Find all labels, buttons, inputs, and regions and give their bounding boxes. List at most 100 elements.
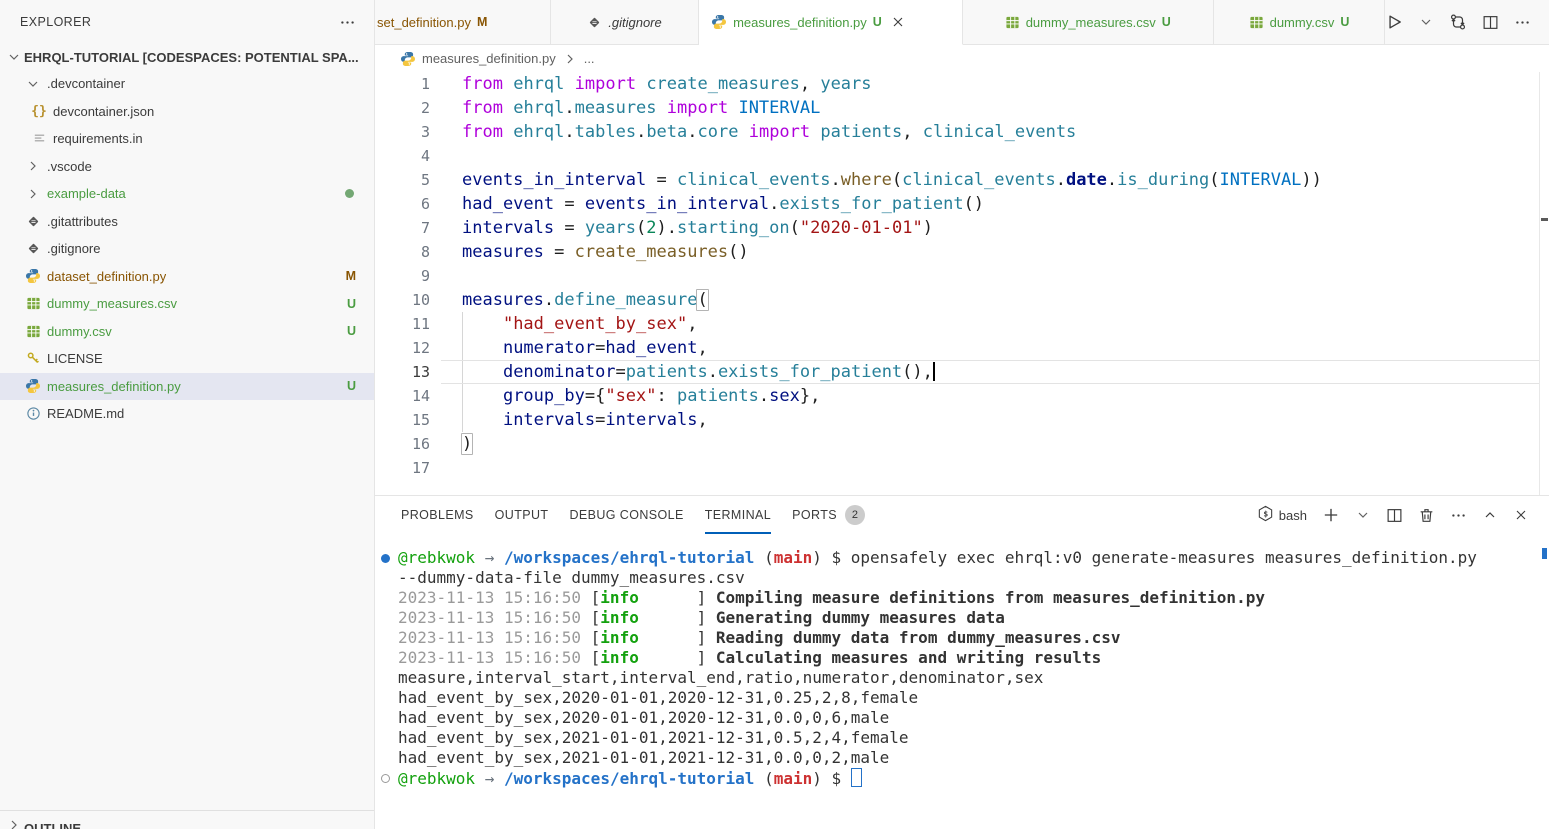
shell-selector[interactable]: $ bash (1257, 505, 1307, 525)
tab--gitignore[interactable]: .gitignore (551, 0, 699, 45)
csv-icon (1249, 15, 1264, 30)
panel-tab-label: PROBLEMS (401, 508, 474, 522)
svg-text:$: $ (1263, 510, 1268, 519)
terminal-line: had_event_by_sex,2020-01-01,2020-12-31,0… (375, 688, 1549, 708)
file-tree: .devcontainer {}devcontainer.jsonrequirem… (0, 70, 374, 428)
file-label: measures_definition.py (47, 379, 181, 394)
panel-action-buttons (1322, 506, 1529, 524)
shell-name: bash (1279, 508, 1307, 523)
tab-measures-definition-py[interactable]: measures_definition.pyU (699, 0, 962, 45)
tab-dummy-measures-csv[interactable]: dummy_measures.csvU (963, 0, 1214, 45)
chevron-down-button[interactable] (1355, 507, 1371, 523)
terminal[interactable]: @rebkwok → /workspaces/ehrql-tutorial (m… (375, 548, 1549, 829)
close-button[interactable] (1513, 507, 1529, 523)
terminal-cursor (851, 768, 862, 787)
command-decoration-pending[interactable] (381, 774, 390, 783)
code-line-6: 6had_event = events_in_interval.exists_f… (375, 192, 1549, 216)
sidebar-item--gitattributes[interactable]: .gitattributes (0, 208, 374, 236)
code-text (430, 456, 462, 480)
git-status-badge: U (347, 297, 356, 311)
panel-tab-ports[interactable]: PORTS2 (783, 496, 874, 534)
sidebar-item-requirements-in[interactable]: requirements.in (0, 125, 374, 153)
trash-button[interactable] (1418, 507, 1435, 524)
panel-tab-debug-console[interactable]: DEBUG CONSOLE (560, 496, 692, 534)
sidebar-item-dataset-definition-py[interactable]: dataset_definition.pyM (0, 263, 374, 291)
code-line-1: 1from ehrql import create_measures, year… (375, 72, 1549, 96)
code-text: intervals=intervals, (430, 408, 708, 432)
outline-section-header[interactable]: OUTLINE (0, 810, 374, 829)
sidebar-item-measures-definition-py[interactable]: measures_definition.py U (0, 373, 374, 401)
code-line-7: 7intervals = years(2).starting_on("2020-… (375, 216, 1549, 240)
sidebar-item--vscode[interactable]: .vscode (0, 153, 374, 181)
line-number: 13 (375, 360, 430, 384)
breadcrumb-file[interactable]: measures_definition.py (422, 51, 556, 66)
sidebar-item-readme-md[interactable]: README.md (0, 400, 374, 428)
outline-label: OUTLINE (24, 821, 81, 829)
close-icon[interactable] (890, 14, 906, 30)
panel-tab-problems[interactable]: PROBLEMS (392, 496, 483, 534)
sidebar-item--devcontainer[interactable]: .devcontainer (0, 70, 374, 98)
line-number: 16 (375, 432, 430, 456)
breadcrumb-tail[interactable]: ... (584, 51, 595, 66)
python-icon (711, 14, 727, 30)
code-text (430, 264, 462, 288)
sidebar-item-dummy-csv[interactable]: dummy.csvU (0, 318, 374, 346)
code-line-8: 8measures = create_measures() (375, 240, 1549, 264)
code-line-12: 12 numerator=had_event, (375, 336, 1549, 360)
explorer-more-icon[interactable] (339, 14, 356, 31)
sidebar-item-devcontainer-json[interactable]: {}devcontainer.json (0, 98, 374, 126)
panel-tab-label: OUTPUT (495, 508, 549, 522)
file-label: .devcontainer (47, 76, 125, 91)
file-label: example-data (47, 186, 126, 201)
terminal-line: measure,interval_start,interval_end,rati… (375, 668, 1549, 688)
split-button[interactable] (1482, 14, 1499, 31)
git-status-badge: U (347, 379, 356, 393)
python-icon (24, 378, 42, 394)
git-status-badge: U (1340, 15, 1349, 29)
info-icon (24, 406, 42, 421)
git-icon (24, 214, 42, 229)
code-line-2: 2from ehrql.measures import INTERVAL (375, 96, 1549, 120)
tab-dummy-csv[interactable]: dummy.csvU (1214, 0, 1385, 45)
explorer-title: EXPLORER (20, 15, 91, 29)
tab-set-definition-py[interactable]: set_definition.pyM (375, 0, 551, 45)
command-decoration-run[interactable] (381, 554, 390, 563)
workspace-section-header[interactable]: EHRQL-TUTORIAL [CODESPACES: POTENTIAL SP… (0, 44, 374, 70)
sidebar-item-license[interactable]: LICENSE (0, 345, 374, 373)
braces-icon: {} (30, 104, 48, 119)
terminal-line: 2023-11-13 15:16:50 [info ] Compiling me… (375, 588, 1549, 608)
more-button[interactable] (1450, 507, 1467, 524)
more-button[interactable] (1514, 14, 1531, 31)
breadcrumb[interactable]: measures_definition.py ... (375, 45, 1549, 72)
plus-button[interactable] (1322, 506, 1340, 524)
tab-label: measures_definition.py (733, 15, 867, 30)
terminal-line: @rebkwok → /workspaces/ehrql-tutorial (m… (375, 768, 1549, 788)
sidebar-item-dummy-measures-csv[interactable]: dummy_measures.csv U (0, 290, 374, 318)
code-editor[interactable]: 1from ehrql import create_measures, year… (375, 72, 1549, 495)
python-icon (24, 268, 42, 284)
run-button[interactable] (1385, 13, 1403, 31)
code-text: intervals = years(2).starting_on("2020-0… (430, 216, 933, 240)
line-number: 1 (375, 72, 430, 96)
code-line-14: 14 group_by={"sex": patients.sex}, (375, 384, 1549, 408)
editor-toolbar (1385, 0, 1549, 45)
code-line-17: 17 (375, 456, 1549, 480)
panel-tab-terminal[interactable]: TERMINAL (696, 496, 780, 534)
file-label: dummy_measures.csv (47, 296, 177, 311)
panel-tab-output[interactable]: OUTPUT (486, 496, 558, 534)
code-text (430, 144, 462, 168)
file-label: .vscode (47, 159, 92, 174)
chevron-down-button[interactable] (1418, 14, 1434, 30)
chevron-up-button[interactable] (1482, 507, 1498, 523)
line-number: 11 (375, 312, 430, 336)
open-changes-button[interactable] (1449, 13, 1467, 31)
panel-tab-label: TERMINAL (705, 508, 771, 522)
code-line-10: 10measures.define_measure( (375, 288, 1549, 312)
line-number: 15 (375, 408, 430, 432)
code-text: from ehrql.tables.beta.core import patie… (430, 120, 1076, 144)
line-number: 4 (375, 144, 430, 168)
code-text: from ehrql.measures import INTERVAL (430, 96, 820, 120)
sidebar-item-example-data[interactable]: example-data (0, 180, 374, 208)
split-button[interactable] (1386, 507, 1403, 524)
sidebar-item--gitignore[interactable]: .gitignore (0, 235, 374, 263)
